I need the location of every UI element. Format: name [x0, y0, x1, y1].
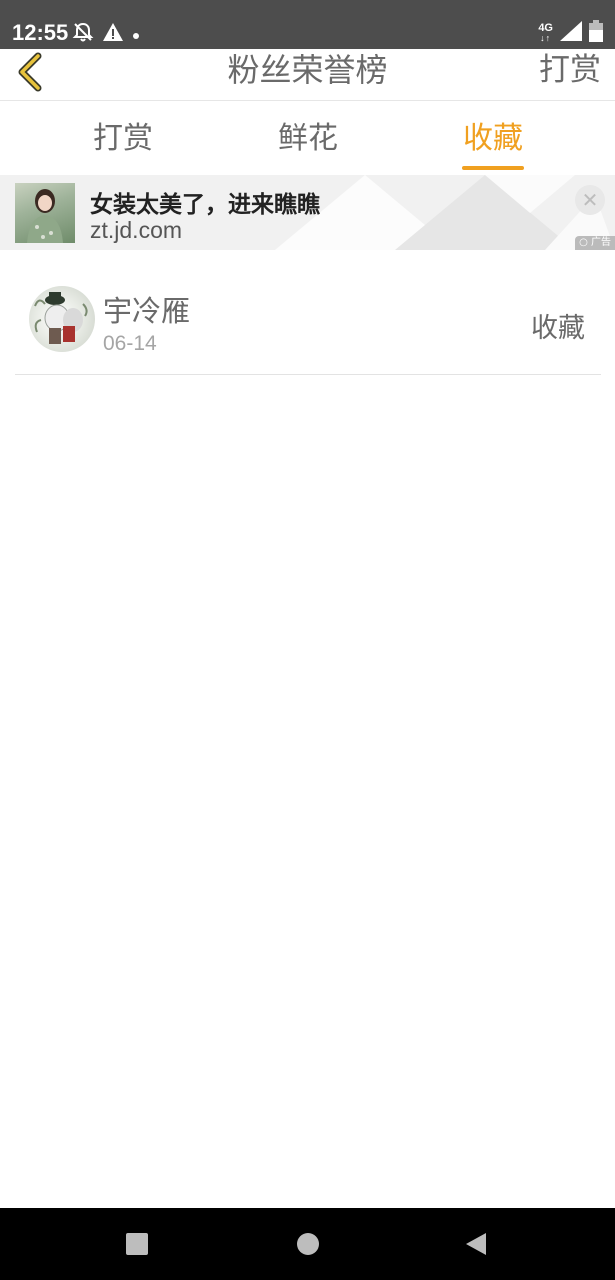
- page-title: 粉丝荣誉榜: [227, 51, 388, 89]
- avatar: [29, 286, 95, 352]
- signal-icon: [559, 20, 583, 46]
- data-arrows-icon: ↓↑: [540, 33, 552, 43]
- status-left-icons: [72, 21, 140, 47]
- tab-favorites[interactable]: 收藏: [438, 102, 548, 174]
- home-button[interactable]: [296, 1232, 320, 1256]
- list-item[interactable]: 宇冷雁 06-14 收藏: [15, 268, 601, 375]
- fan-list: 宇冷雁 06-14 收藏: [15, 268, 601, 375]
- ad-badge-label: 广告: [591, 237, 611, 248]
- ad-url: zt.jd.com: [90, 217, 183, 243]
- ad-badge: ○ 广告: [575, 236, 615, 250]
- tab-bar: 打赏 鲜花 收藏: [0, 102, 615, 174]
- ad-image: [15, 183, 75, 243]
- square-recents-icon: [125, 1233, 149, 1260]
- ad-banner[interactable]: 女装太美了，进来瞧瞧 zt.jd.com ✕ ○ 广告: [0, 175, 615, 250]
- tab-label: 鲜花: [278, 121, 338, 156]
- status-time: 12:55: [12, 20, 69, 45]
- active-tab-indicator: [462, 166, 524, 170]
- tab-label: 收藏: [463, 121, 523, 156]
- ad-close-button[interactable]: ✕: [575, 185, 605, 215]
- system-nav-bar: [0, 1208, 615, 1280]
- tab-reward[interactable]: 打赏: [68, 102, 178, 174]
- header: 粉丝荣誉榜 打赏: [0, 49, 615, 101]
- dot-icon: [132, 25, 140, 44]
- triangle-back-icon: [464, 1233, 488, 1260]
- user-name: 宇冷雁: [103, 294, 191, 328]
- ad-badge-icon: ○: [579, 237, 588, 248]
- status-bar: 12:55 4G ↓↑: [0, 0, 615, 49]
- back-nav-button[interactable]: [464, 1232, 488, 1256]
- recents-button[interactable]: [125, 1232, 149, 1256]
- item-date: 06-14: [103, 332, 157, 355]
- ad-title: 女装太美了，进来瞧瞧: [90, 192, 320, 218]
- item-type: 收藏: [531, 313, 585, 344]
- network-type: 4G: [538, 22, 553, 34]
- alert-icon: [102, 22, 124, 46]
- circle-home-icon: [296, 1233, 320, 1260]
- notifications-off-icon: [72, 21, 94, 47]
- battery-icon: [589, 20, 603, 46]
- tab-flowers[interactable]: 鲜花: [253, 102, 363, 174]
- tab-label: 打赏: [93, 121, 153, 156]
- reward-action-button[interactable]: 打赏: [539, 49, 601, 91]
- network-indicator: 4G ↓↑: [538, 22, 553, 44]
- close-icon: ✕: [581, 188, 599, 212]
- status-right-icons: 4G ↓↑: [538, 20, 603, 46]
